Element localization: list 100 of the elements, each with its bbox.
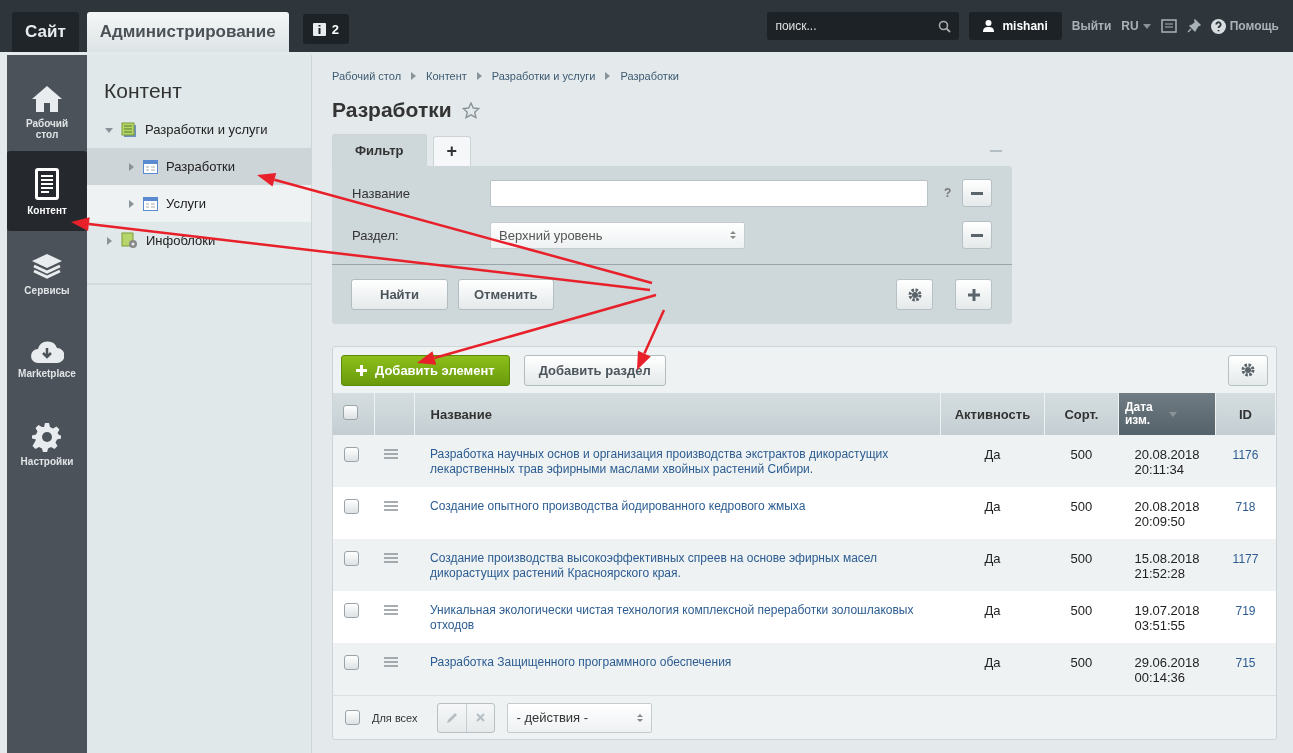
tree-item[interactable]: Разработки и услуги xyxy=(87,111,311,148)
list-window-icon xyxy=(143,196,158,211)
settings-button[interactable] xyxy=(1228,354,1268,386)
drag-handle-icon[interactable] xyxy=(384,449,398,459)
cloud-download-icon xyxy=(30,339,64,364)
filter-tab[interactable]: + xyxy=(432,136,472,166)
settings-button[interactable] xyxy=(896,279,933,310)
column-header[interactable]: Активность xyxy=(940,393,1045,435)
cancel-button[interactable]: Отменить xyxy=(457,279,554,310)
checkbox[interactable] xyxy=(344,447,359,462)
name-field[interactable] xyxy=(490,179,928,207)
element-link[interactable]: Уникальная экологически чистая технология комплексной переработки золошлаковых отходов xyxy=(430,603,925,633)
updown-icon xyxy=(730,230,736,240)
table-cell: 29.06.2018 00:14:36 xyxy=(1118,643,1216,695)
add-button[interactable] xyxy=(955,279,992,310)
language-menu[interactable]: RU xyxy=(1121,19,1151,33)
element-link[interactable]: Разработка Защищенного программного обеспечения xyxy=(430,655,925,670)
remove-button[interactable] xyxy=(962,179,992,207)
column-header[interactable]: Дата изм. xyxy=(1118,393,1216,435)
drag-handle-icon[interactable] xyxy=(384,605,398,615)
breadcrumb-link[interactable]: Контент xyxy=(426,70,467,82)
remove-button[interactable] xyxy=(962,221,992,249)
section-select[interactable]: Верхний уровень xyxy=(490,221,745,249)
document-icon xyxy=(34,166,60,201)
table-cell: Да xyxy=(940,435,1045,487)
drag-handle-icon[interactable] xyxy=(384,553,398,563)
checkbox[interactable] xyxy=(344,603,359,618)
checkbox[interactable] xyxy=(345,710,360,725)
panel-title: Контент xyxy=(103,78,183,104)
menu-item[interactable]: Настройки xyxy=(7,401,87,487)
user-button[interactable]: mishani xyxy=(969,12,1062,40)
id-link[interactable]: 1177 xyxy=(1232,552,1259,566)
help-icon xyxy=(1210,18,1226,34)
minus-icon xyxy=(971,233,983,237)
list-window-icon xyxy=(143,159,158,174)
column-header[interactable]: ID xyxy=(1215,393,1276,435)
add-section-button[interactable]: Добавить раздел xyxy=(523,354,666,386)
menu-item[interactable]: Контент xyxy=(7,151,87,231)
folder-gear-icon xyxy=(121,232,138,249)
table-cell: Да xyxy=(940,539,1045,591)
column-header[interactable]: Название xyxy=(414,393,941,435)
checkbox[interactable] xyxy=(344,655,359,670)
breadcrumb-link[interactable]: Рабочий стол xyxy=(332,70,402,82)
checkbox[interactable] xyxy=(344,551,359,566)
menu-item[interactable]: Рабочий стол xyxy=(7,73,87,151)
caret-down-icon xyxy=(1142,22,1151,30)
id-link[interactable]: 715 xyxy=(1235,656,1256,670)
menu-item[interactable]: Marketplace xyxy=(7,317,87,401)
top-tab[interactable]: Администрирование xyxy=(86,12,289,52)
element-link[interactable]: Создание опытного производства йодированного кедрового жмыха xyxy=(430,499,925,514)
plus-icon xyxy=(966,287,981,302)
field-label: Раздел: xyxy=(352,227,400,243)
table-cell: Да xyxy=(940,487,1045,539)
help-link[interactable]: Помощь xyxy=(1210,18,1279,34)
filter-tab[interactable]: Фильтр xyxy=(332,134,427,166)
tree-item[interactable]: Инфоблоки xyxy=(87,222,311,259)
top-tab[interactable]: Сайт xyxy=(12,12,79,52)
pin-icon[interactable] xyxy=(1186,19,1201,33)
caret-right-icon[interactable] xyxy=(127,199,135,208)
search-field[interactable]: поиск... xyxy=(767,12,960,40)
caret-right-icon[interactable] xyxy=(105,236,113,245)
search-icon[interactable] xyxy=(938,20,952,33)
id-link[interactable]: 718 xyxy=(1235,500,1256,514)
element-link[interactable]: Разработка научных основ и организация производства экстрактов дикорастущих лекарственных трав эфирными маслами хвойных растений Сибири. xyxy=(430,447,925,477)
checkbox-label: Для всех xyxy=(372,711,418,724)
checkbox[interactable] xyxy=(343,405,358,420)
element-link[interactable]: Создание производства высокоэффективных спреев на основе эфирных масел дикорастущих растений Красноярского края. xyxy=(430,551,925,581)
breadcrumb-link[interactable]: Разработки и услуги xyxy=(491,70,596,82)
menu-item[interactable]: Сервисы xyxy=(7,231,87,317)
checkbox[interactable] xyxy=(344,499,359,514)
keyboard-icon[interactable] xyxy=(1160,19,1177,33)
id-link[interactable]: 1176 xyxy=(1232,448,1259,462)
table-cell: 20.08.2018 20:11:34 xyxy=(1118,435,1216,487)
logout-link[interactable]: Выйти xyxy=(1071,19,1112,33)
find-button[interactable]: Найти xyxy=(351,279,448,310)
drag-handle-icon[interactable] xyxy=(384,501,398,511)
table-cell: 500 xyxy=(1044,643,1119,695)
table-cell: 500 xyxy=(1044,591,1119,643)
tree-item[interactable]: Разработки xyxy=(87,148,311,185)
tree-item[interactable]: Услуги xyxy=(87,185,311,222)
caret-right-icon[interactable] xyxy=(127,162,135,171)
column-header[interactable]: Сорт. xyxy=(1044,393,1119,435)
breadcrumb-link[interactable]: Разработки xyxy=(620,70,679,82)
chevron-icon xyxy=(476,72,482,80)
minus-icon xyxy=(971,191,983,195)
actions-select[interactable]: - действия - xyxy=(507,702,653,733)
table-cell: 19.07.2018 03:51:55 xyxy=(1118,591,1216,643)
sort-caret-icon xyxy=(1168,410,1177,418)
id-link[interactable]: 719 xyxy=(1235,604,1256,618)
folder-list-icon xyxy=(121,121,137,138)
star-icon[interactable] xyxy=(461,101,480,119)
caret-down-icon[interactable] xyxy=(105,125,113,134)
settings-icon xyxy=(907,287,922,302)
edit-delete-group[interactable] xyxy=(437,702,496,733)
page-title: Разработки xyxy=(332,98,452,122)
drag-handle-icon[interactable] xyxy=(384,657,398,667)
notification-button[interactable]: 2 xyxy=(302,14,349,44)
pencil-icon xyxy=(446,711,459,724)
menu-label: Рабочий стол xyxy=(24,118,70,140)
table-cell: 500 xyxy=(1044,435,1119,487)
